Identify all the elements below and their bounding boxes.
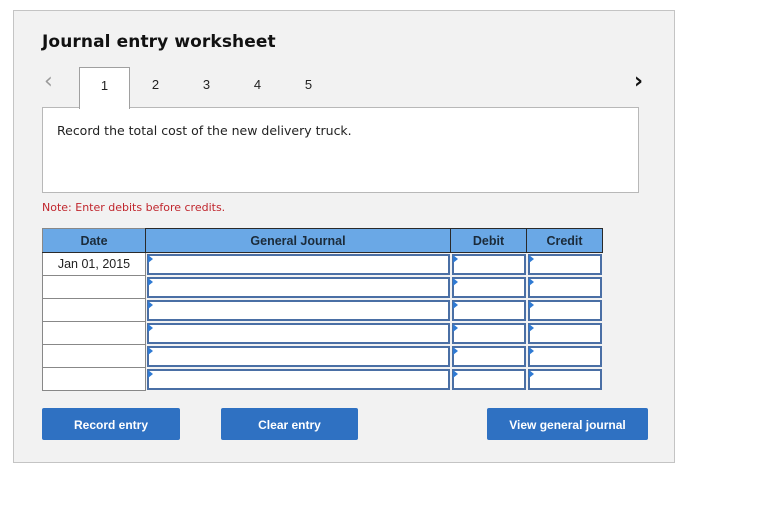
dropdown-marker-icon (528, 369, 534, 378)
date-cell (42, 344, 146, 368)
dropdown-marker-icon (148, 323, 153, 332)
table-row (42, 344, 603, 368)
header-credit: Credit (526, 228, 603, 253)
date-cell: Jan 01, 2015 (42, 252, 146, 276)
entry-description: Record the total cost of the new deliver… (57, 123, 352, 138)
date-cell (42, 321, 146, 345)
journal-table: Date General Journal Debit Credit Jan 01… (42, 228, 603, 391)
clear-entry-button[interactable]: Clear entry (221, 408, 358, 440)
journal-header-row: Date General Journal Debit Credit (42, 228, 603, 253)
debit-input[interactable] (451, 345, 526, 367)
credit-input[interactable] (527, 253, 602, 275)
credit-input[interactable] (527, 276, 602, 298)
chevron-left-icon[interactable]: ‹ (44, 71, 62, 93)
worksheet-title: Journal entry worksheet (42, 32, 276, 52)
table-row: Jan 01, 2015 (42, 252, 603, 276)
dropdown-marker-icon (528, 254, 534, 263)
tab-1[interactable]: 1 (79, 67, 130, 109)
debit-input[interactable] (451, 276, 526, 298)
table-row (42, 275, 603, 299)
credit-input[interactable] (527, 368, 602, 390)
date-cell (42, 298, 146, 322)
tab-4[interactable]: 4 (232, 67, 283, 107)
tab-3[interactable]: 3 (181, 67, 232, 107)
credit-input[interactable] (527, 322, 602, 344)
header-debit: Debit (450, 228, 527, 253)
account-input[interactable] (147, 276, 450, 298)
dropdown-marker-icon (528, 300, 534, 309)
credit-input[interactable] (527, 345, 602, 367)
chevron-right-icon[interactable]: › (634, 71, 652, 93)
dropdown-marker-icon (148, 277, 153, 286)
header-date: Date (42, 228, 146, 253)
dropdown-marker-icon (528, 277, 534, 286)
tab-2[interactable]: 2 (130, 67, 181, 107)
dropdown-marker-icon (452, 323, 458, 332)
debit-input[interactable] (451, 322, 526, 344)
dropdown-marker-icon (452, 277, 458, 286)
dropdown-marker-icon (148, 369, 153, 378)
dropdown-marker-icon (148, 300, 153, 309)
dropdown-marker-icon (528, 323, 534, 332)
debit-credit-note: Note: Enter debits before credits. (42, 201, 226, 214)
dropdown-marker-icon (452, 254, 458, 263)
date-cell (42, 367, 146, 391)
date-cell (42, 275, 146, 299)
debit-input[interactable] (451, 368, 526, 390)
header-general-journal: General Journal (145, 228, 451, 253)
table-row (42, 321, 603, 345)
dropdown-marker-icon (452, 300, 458, 309)
dropdown-marker-icon (148, 254, 153, 263)
credit-input[interactable] (527, 299, 602, 321)
account-input[interactable] (147, 322, 450, 344)
debit-input[interactable] (451, 253, 526, 275)
debit-input[interactable] (451, 299, 526, 321)
entry-description-box: Record the total cost of the new deliver… (42, 107, 639, 193)
account-input[interactable] (147, 253, 450, 275)
view-general-journal-button[interactable]: View general journal (487, 408, 648, 440)
account-input[interactable] (147, 345, 450, 367)
journal-worksheet-panel: Journal entry worksheet ‹ › 1 2 3 4 5 Re… (13, 10, 675, 463)
dropdown-marker-icon (148, 346, 153, 355)
account-input[interactable] (147, 368, 450, 390)
dropdown-marker-icon (528, 346, 534, 355)
dropdown-marker-icon (452, 369, 458, 378)
tab-5[interactable]: 5 (283, 67, 334, 107)
account-input[interactable] (147, 299, 450, 321)
dropdown-marker-icon (452, 346, 458, 355)
record-entry-button[interactable]: Record entry (42, 408, 180, 440)
table-row (42, 298, 603, 322)
table-row (42, 367, 603, 391)
